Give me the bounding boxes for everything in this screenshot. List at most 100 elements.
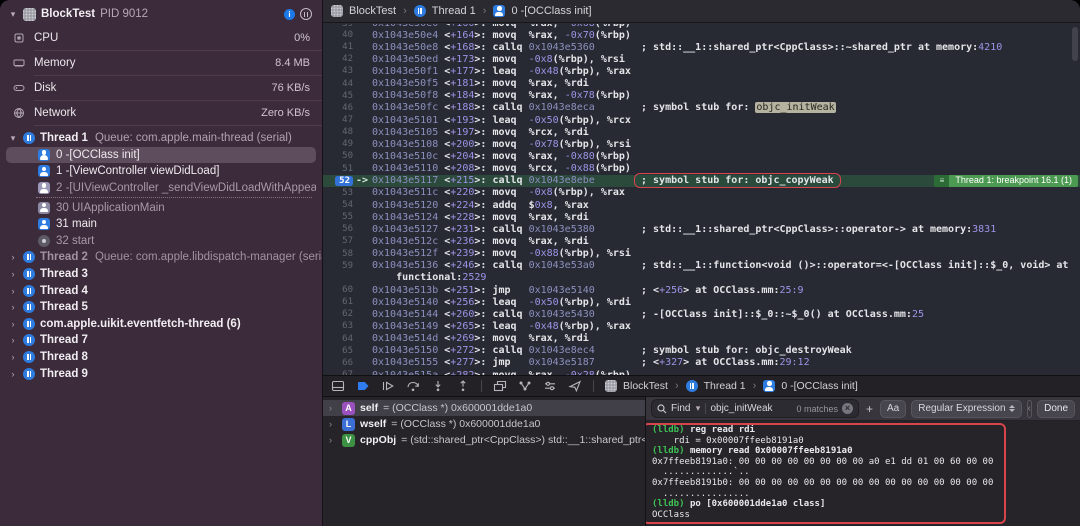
breadcrumb-item[interactable]: Thread 1 bbox=[704, 380, 746, 392]
line-number[interactable]: 60 bbox=[323, 285, 353, 295]
line-number[interactable]: 49 bbox=[323, 139, 353, 149]
process-row[interactable]: ▾ BlockTest PID 9012 i bbox=[0, 0, 322, 26]
chevron-down-icon[interactable]: ▾ bbox=[8, 133, 18, 144]
asm-line[interactable]: 400x1043e50e4 <+164>: movq %rax, -0x70(%… bbox=[323, 29, 1080, 41]
continue-button[interactable] bbox=[381, 380, 395, 392]
asm-line[interactable]: 620x1043e5144 <+260>: callq 0x1043e5430;… bbox=[323, 308, 1080, 320]
asm-line[interactable]: 570x1043e512c <+236>: movq %rax, %rdi bbox=[323, 235, 1080, 247]
step-out-button[interactable] bbox=[456, 380, 470, 392]
breadcrumb-item[interactable]: BlockTest bbox=[349, 5, 396, 17]
thread-row[interactable]: ›Thread 3 bbox=[0, 266, 322, 283]
line-number[interactable]: 66 bbox=[323, 358, 353, 368]
line-number[interactable]: 55 bbox=[323, 212, 353, 222]
find-field[interactable]: Find ▾ objc_initWeak 0 matches × bbox=[651, 399, 859, 418]
line-number[interactable]: 63 bbox=[323, 321, 353, 331]
thread-row[interactable]: ›Thread 2Queue: com.apple.libdispatch-ma… bbox=[0, 249, 322, 266]
breadcrumb-item[interactable]: Thread 1 bbox=[432, 5, 476, 17]
asm-line[interactable]: 550x1043e5124 <+228>: movq %rax, %rdi bbox=[323, 211, 1080, 223]
line-number[interactable]: 58 bbox=[323, 249, 353, 259]
asm-line[interactable]: 660x1043e5155 <+277>: jmp 0x1043e5187; <… bbox=[323, 357, 1080, 369]
line-number[interactable]: 40 bbox=[323, 30, 353, 40]
asm-line[interactable]: 500x1043e510c <+204>: movq %rax, -0x80(%… bbox=[323, 150, 1080, 162]
chevron-right-icon[interactable]: › bbox=[329, 435, 337, 445]
search-mode-dropdown[interactable]: Regular Expression bbox=[911, 400, 1021, 418]
line-number[interactable]: 59 bbox=[323, 261, 353, 271]
add-find-criteria-button[interactable]: + bbox=[864, 402, 875, 416]
asm-line[interactable]: 610x1043e5140 <+256>: leaq -0x50(%rbp), … bbox=[323, 296, 1080, 308]
line-number[interactable]: 62 bbox=[323, 309, 353, 319]
asm-line[interactable]: 530x1043e511c <+220>: movq -0x8(%rbp), %… bbox=[323, 187, 1080, 199]
asm-line[interactable]: 460x1043e50fc <+188>: callq 0x1043e8eca;… bbox=[323, 102, 1080, 114]
chevron-right-icon[interactable]: › bbox=[8, 302, 18, 312]
asm-line[interactable]: 450x1043e50f8 <+184>: movq %rax, -0x78(%… bbox=[323, 90, 1080, 102]
line-number[interactable]: 47 bbox=[323, 115, 353, 125]
line-number[interactable]: 52 bbox=[323, 176, 353, 186]
asm-line[interactable]: 540x1043e5120 <+224>: addq $0x8, %rax bbox=[323, 199, 1080, 211]
asm-line[interactable]: 670x1043e515a <+282>: movq %rax, -0x28(%… bbox=[323, 369, 1080, 375]
breadcrumb-item[interactable]: 0 -[OCClass init] bbox=[511, 5, 591, 17]
stack-frame-row[interactable]: 1 -[ViewController viewDidLoad] bbox=[6, 163, 316, 180]
thread-row[interactable]: ›Thread 4 bbox=[0, 282, 322, 299]
step-into-button[interactable] bbox=[431, 380, 445, 392]
view-hierarchy-button[interactable] bbox=[493, 380, 507, 392]
gauge-row-cpu[interactable]: CPU0% bbox=[0, 26, 322, 50]
asm-line[interactable]: 480x1043e5105 <+197>: movq %rcx, %rdi bbox=[323, 126, 1080, 138]
line-number[interactable]: 56 bbox=[323, 224, 353, 234]
asm-line[interactable]: 630x1043e5149 <+265>: leaq -0x48(%rbp), … bbox=[323, 320, 1080, 332]
asm-line[interactable]: 600x1043e513b <+251>: jmp 0x1043e5140; <… bbox=[323, 284, 1080, 296]
asm-line[interactable]: 440x1043e50f5 <+181>: movq %rax, %rdi bbox=[323, 78, 1080, 90]
asm-line[interactable]: 52->0x1043e5117 <+215>: callq 0x1043e8eb… bbox=[323, 175, 1080, 187]
chevron-right-icon[interactable]: › bbox=[329, 403, 337, 413]
variable-row[interactable]: ›Lwself = (OCClass *) 0x600001dde1a0 bbox=[323, 416, 645, 432]
line-number[interactable]: 61 bbox=[323, 297, 353, 307]
thread-row[interactable]: ›com.apple.uikit.eventfetch-thread (6) bbox=[0, 316, 322, 333]
chevron-right-icon[interactable]: › bbox=[8, 319, 18, 329]
chevron-right-icon[interactable]: › bbox=[8, 286, 18, 296]
step-over-button[interactable] bbox=[406, 380, 420, 392]
chevron-right-icon[interactable]: › bbox=[8, 352, 18, 362]
chevron-right-icon[interactable]: › bbox=[8, 335, 18, 345]
thread-row[interactable]: ›Thread 7 bbox=[0, 332, 322, 349]
line-number[interactable]: 51 bbox=[323, 164, 353, 174]
line-number[interactable]: 44 bbox=[323, 79, 353, 89]
gauge-row-memory[interactable]: Memory8.4 MB bbox=[0, 51, 322, 75]
line-number[interactable]: 48 bbox=[323, 127, 353, 137]
chevron-right-icon[interactable]: › bbox=[8, 252, 18, 262]
stack-frame-row[interactable]: 2 -[UIViewController _sendViewDidLoadWit… bbox=[6, 180, 316, 197]
asm-line[interactable]: 410x1043e50e8 <+168>: callq 0x1043e5360;… bbox=[323, 41, 1080, 53]
line-number[interactable]: 50 bbox=[323, 151, 353, 161]
hide-debug-area-button[interactable] bbox=[331, 380, 345, 392]
line-number[interactable]: 53 bbox=[323, 188, 353, 198]
asm-line[interactable]: 640x1043e514d <+269>: movq %rax, %rdi bbox=[323, 333, 1080, 345]
find-query[interactable]: objc_initWeak bbox=[710, 403, 772, 414]
asm-line[interactable]: 580x1043e512f <+239>: movq -0x88(%rbp), … bbox=[323, 248, 1080, 260]
environment-overrides-button[interactable] bbox=[543, 380, 557, 392]
asm-line[interactable]: 590x1043e5136 <+246>: callq 0x1043e53a0;… bbox=[323, 260, 1080, 272]
find-previous-button[interactable]: ‹ bbox=[1028, 401, 1032, 417]
chevron-right-icon[interactable]: › bbox=[8, 369, 18, 379]
line-number[interactable]: 65 bbox=[323, 346, 353, 356]
line-number[interactable]: 64 bbox=[323, 334, 353, 344]
variable-row[interactable]: ›Aself = (OCClass *) 0x600001dde1a0 bbox=[323, 400, 645, 416]
match-case-button[interactable]: Aa bbox=[880, 400, 906, 418]
line-number[interactable]: 67 bbox=[323, 370, 353, 375]
asm-line[interactable]: 420x1043e50ed <+173>: movq -0x8(%rbp), %… bbox=[323, 53, 1080, 65]
line-number[interactable]: 42 bbox=[323, 54, 353, 64]
chevron-right-icon[interactable]: › bbox=[8, 269, 18, 279]
breadcrumb-item[interactable]: BlockTest bbox=[623, 380, 668, 392]
lldb-console[interactable]: (lldb) reg read rdi rdi = 0x00007ffeeb81… bbox=[646, 421, 1080, 526]
chevron-right-icon[interactable]: › bbox=[329, 419, 337, 429]
asm-line[interactable]: 490x1043e5108 <+200>: movq -0x78(%rbp), … bbox=[323, 138, 1080, 150]
stack-frame-row[interactable]: 32 start bbox=[6, 233, 316, 250]
find-scope-label[interactable]: Find bbox=[671, 403, 690, 414]
thread-row[interactable]: ›Thread 8 bbox=[0, 349, 322, 366]
stack-frame-row[interactable]: 0 -[OCClass init] bbox=[6, 147, 316, 164]
asm-line[interactable]: 560x1043e5127 <+231>: callq 0x1043e5380;… bbox=[323, 223, 1080, 235]
simulate-location-button[interactable] bbox=[568, 380, 582, 392]
scrollbar-thumb[interactable] bbox=[1072, 27, 1078, 61]
stack-frame-row[interactable]: 30 UIApplicationMain bbox=[6, 199, 316, 216]
line-number[interactable]: 45 bbox=[323, 91, 353, 101]
breakpoint-badge[interactable]: ≡Thread 1: breakpoint 16.1 (1) bbox=[934, 175, 1078, 187]
thread-row[interactable]: ›Thread 5 bbox=[0, 299, 322, 316]
info-icon[interactable]: i bbox=[284, 9, 295, 20]
